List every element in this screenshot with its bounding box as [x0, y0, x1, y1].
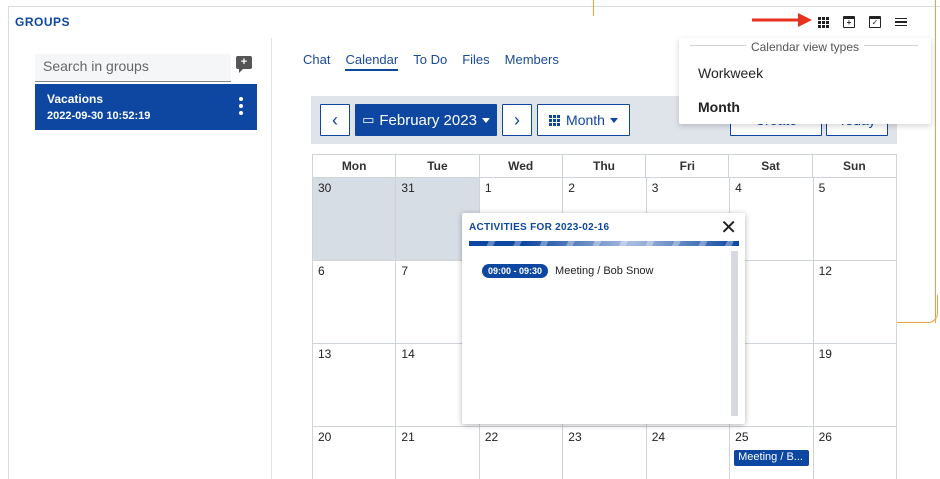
sidebar-divider — [271, 38, 272, 479]
view-select-button[interactable]: Month — [537, 104, 630, 136]
day-number: 7 — [401, 264, 409, 278]
weekday-label: Tue — [396, 155, 480, 177]
day-number: 21 — [401, 430, 415, 444]
view-option-workweek[interactable]: Workweek — [698, 65, 763, 81]
weekday-label: Sun — [843, 159, 866, 173]
day-number: 12 — [818, 264, 832, 278]
calendar-day-cell[interactable]: 19 — [813, 343, 897, 426]
day-number: 14 — [401, 347, 415, 361]
day-number: 24 — [651, 430, 666, 444]
day-number: 22 — [484, 430, 499, 444]
connector-line — [593, 0, 594, 16]
calendar-day-cell[interactable]: 24 — [646, 426, 731, 479]
calendar-day-cell[interactable]: 20 — [313, 426, 397, 479]
weekday-label: Sat — [729, 155, 813, 177]
tab-todo[interactable]: To Do — [413, 52, 447, 71]
month-label: February 2023 — [379, 111, 477, 129]
group-name: Vacations — [47, 92, 104, 106]
connector-line — [896, 295, 938, 323]
day-number: 19 — [818, 347, 832, 361]
calendar-icon: ▭ — [362, 112, 375, 127]
day-number: 25 — [735, 430, 749, 444]
calendar-add-icon[interactable]: + — [836, 11, 862, 33]
tab-files[interactable]: Files — [462, 52, 489, 71]
menu-icon[interactable] — [888, 11, 914, 33]
calendar-day-cell[interactable]: 22 — [479, 426, 564, 479]
next-month-button[interactable]: › — [502, 104, 532, 136]
calendar-day-cell[interactable]: 6 — [313, 260, 397, 343]
more-options-icon[interactable] — [239, 97, 243, 115]
popup-legend: Calendar view types — [745, 40, 865, 54]
activities-title: ACTIVITIES FOR 2023-02-16 — [469, 222, 610, 233]
grid-icon — [549, 114, 561, 126]
day-number: 5 — [818, 181, 826, 195]
calendar-day-cell[interactable]: 30 — [313, 177, 397, 260]
group-tabs: Chat Calendar To Do Files Members — [303, 52, 559, 71]
weekday-label: Mon — [313, 155, 397, 177]
new-group-chat-icon[interactable]: + — [236, 56, 252, 73]
day-number: 31 — [401, 181, 415, 195]
calendar-day-cell[interactable]: 13 — [313, 343, 397, 426]
month-grid-icon[interactable] — [810, 11, 836, 33]
day-number: 2 — [568, 181, 575, 195]
day-number: 6 — [318, 264, 325, 278]
view-toolbar: + ✓ — [810, 11, 914, 33]
view-option-month[interactable]: Month — [698, 99, 740, 115]
day-number: 4 — [735, 181, 742, 195]
calendar-day-cell[interactable]: 23 — [563, 426, 647, 479]
calendar-day-cell[interactable]: 21 — [396, 426, 480, 479]
tab-calendar[interactable]: Calendar — [345, 52, 399, 71]
weekday-label: Thu — [563, 155, 647, 177]
day-number: 3 — [651, 181, 659, 195]
view-label: Month — [566, 112, 605, 128]
calendar-check-icon[interactable]: ✓ — [862, 11, 888, 33]
calendar-day-cell[interactable]: 25 Meeting / B... — [730, 426, 814, 479]
search-input[interactable]: Search in groups — [35, 54, 231, 82]
annotation-arrow-icon — [752, 13, 812, 27]
page-title: GROUPS — [15, 15, 71, 29]
day-number: 30 — [318, 181, 332, 195]
day-number: 13 — [318, 347, 332, 361]
view-types-popup: Calendar view types Workweek Month — [679, 38, 931, 124]
calendar-day-cell[interactable]: 5 — [813, 177, 897, 260]
tab-chat[interactable]: Chat — [303, 52, 330, 71]
calendar-event[interactable]: Meeting / B... — [734, 450, 810, 466]
activity-text: Meeting / Bob Snow — [555, 265, 654, 277]
activities-popup: ACTIVITIES FOR 2023-02-16 ✕ 09:00 - 09:3… — [462, 213, 745, 424]
calendar-day-cell[interactable]: 12 — [813, 260, 897, 343]
time-badge: 09:00 - 09:30 — [482, 264, 549, 278]
day-number: 23 — [568, 430, 582, 444]
weekday-label: Fri — [646, 155, 730, 177]
tab-members[interactable]: Members — [505, 52, 559, 71]
day-number: 20 — [318, 430, 332, 444]
calendar-day-cell[interactable]: 26 — [813, 426, 897, 479]
weekday-header: Mon Tue Wed Thu Fri Sat Sun — [312, 154, 897, 177]
day-number: 26 — [818, 430, 832, 444]
prev-month-button[interactable]: ‹ — [320, 104, 350, 136]
close-icon[interactable]: ✕ — [720, 218, 737, 238]
group-list-item[interactable]: Vacations 2022-09-30 10:52:19 — [35, 84, 257, 130]
group-date: 2022-09-30 10:52:19 — [47, 110, 151, 122]
activity-item[interactable]: 09:00 - 09:30 Meeting / Bob Snow — [482, 264, 654, 278]
month-picker-button[interactable]: ▭ February 2023 — [355, 104, 497, 136]
connector-line — [935, 0, 936, 323]
weekday-label: Wed — [480, 155, 563, 177]
scrollbar[interactable] — [731, 251, 738, 416]
day-number: 1 — [484, 181, 492, 195]
